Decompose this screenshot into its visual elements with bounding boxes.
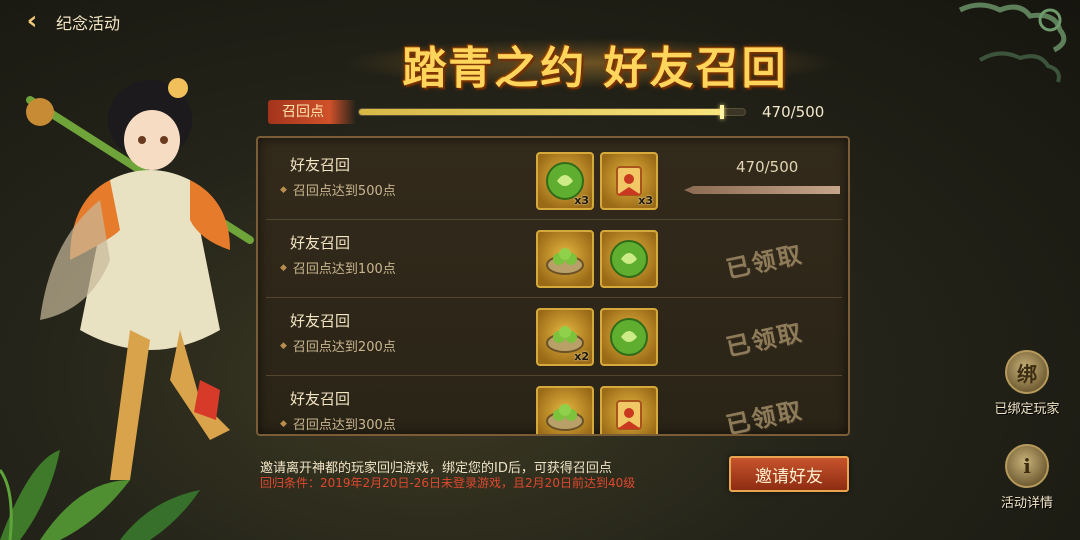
reward-count: x3 (574, 194, 589, 207)
reward-item-jade-orb[interactable] (600, 308, 658, 366)
reward-row-desc: ◆ 召回点达到200点 (280, 336, 396, 355)
reward-row: 好友召回 ◆ 召回点达到200点 x2 已领取 (266, 298, 842, 376)
reward-row-title: 好友召回 (290, 156, 351, 174)
info-icon: i (1005, 444, 1049, 488)
reward-count: x2 (574, 350, 589, 363)
reward-item-scroll-token[interactable] (600, 386, 658, 434)
scroll-token-icon (616, 400, 642, 430)
reward-row-desc: ◆ 召回点达到300点 (280, 414, 396, 433)
dumpling-bowl-icon (546, 404, 584, 431)
jade-orb-icon (610, 240, 648, 278)
reward-row-desc-text: 召回点达到100点 (292, 262, 396, 277)
claimed-stamp: 已领取 (723, 238, 806, 284)
claimed-stamp: 已领取 (723, 394, 806, 436)
row-progress-text: 470/500 (736, 158, 799, 176)
handshake-icon: 绑 (1005, 350, 1049, 394)
cloud-decoration-icon (958, 2, 1067, 83)
recall-progress-fill (359, 109, 722, 115)
reward-count: x3 (638, 194, 653, 207)
reward-item-jade-orb[interactable] (600, 230, 658, 288)
leaves-decoration-icon (0, 450, 200, 540)
recall-points-label: 召回点 (268, 100, 356, 124)
recall-progress-text: 470/500 (762, 103, 825, 121)
reward-item-dumpling-bowl[interactable]: x2 (536, 308, 594, 366)
reward-row-desc-text: 召回点达到300点 (292, 418, 396, 433)
reward-item-scroll-token[interactable]: x3 (600, 152, 658, 210)
event-details-label: 活动详情 (1000, 496, 1053, 511)
back-button[interactable]: ‹ (14, 6, 50, 36)
reward-list-panel[interactable]: 好友召回 ◆ 召回点达到500点 x3 x3 470/500 好友召回 ◆ 召回… (256, 136, 850, 436)
recall-progress-knob (719, 105, 724, 119)
reward-row-desc: ◆ 召回点达到100点 (280, 258, 396, 277)
event-title: 踏青之约 好友召回 (402, 43, 788, 94)
event-details-button[interactable]: i 活动详情 (982, 444, 1072, 511)
diamond-bullet-icon: ◆ (280, 340, 287, 351)
diamond-bullet-icon: ◆ (280, 418, 287, 429)
page-name: 纪念活动 (56, 14, 121, 33)
reward-row: 好友召回 ◆ 召回点达到500点 x3 x3 470/500 (266, 142, 842, 220)
reward-row-desc-text: 召回点达到500点 (292, 184, 396, 199)
invite-friend-button[interactable]: 邀请好友 (729, 456, 849, 492)
reward-row-title: 好友召回 (290, 390, 351, 408)
row-progress-bar (684, 186, 840, 194)
bound-players-label: 已绑定玩家 (994, 402, 1060, 417)
diamond-bullet-icon: ◆ (280, 184, 287, 195)
bound-players-button[interactable]: 绑 已绑定玩家 (982, 350, 1072, 417)
reward-item-dumpling-bowl[interactable] (536, 230, 594, 288)
recall-progress-bar (358, 105, 746, 119)
diamond-bullet-icon: ◆ (280, 262, 287, 273)
reward-row: 好友召回 ◆ 召回点达到300点 已领取 (266, 376, 842, 436)
dumpling-bowl-icon (546, 248, 584, 275)
reward-item-dumpling-bowl[interactable] (536, 386, 594, 434)
chevron-left-icon: ‹ (26, 6, 38, 36)
reward-row-desc-text: 召回点达到200点 (292, 340, 396, 355)
jade-orb-icon (610, 318, 648, 356)
reward-item-jade-orb[interactable]: x3 (536, 152, 594, 210)
reward-row-desc: ◆ 召回点达到500点 (280, 180, 396, 199)
reward-row: 好友召回 ◆ 召回点达到100点 已领取 (266, 220, 842, 298)
claimed-stamp: 已领取 (723, 316, 806, 362)
reward-row-title: 好友召回 (290, 234, 351, 252)
reward-row-title: 好友召回 (290, 312, 351, 330)
return-condition-text: 回归条件：2019年2月20日-26日未登录游戏，且2月20日前达到40级 (260, 476, 636, 490)
